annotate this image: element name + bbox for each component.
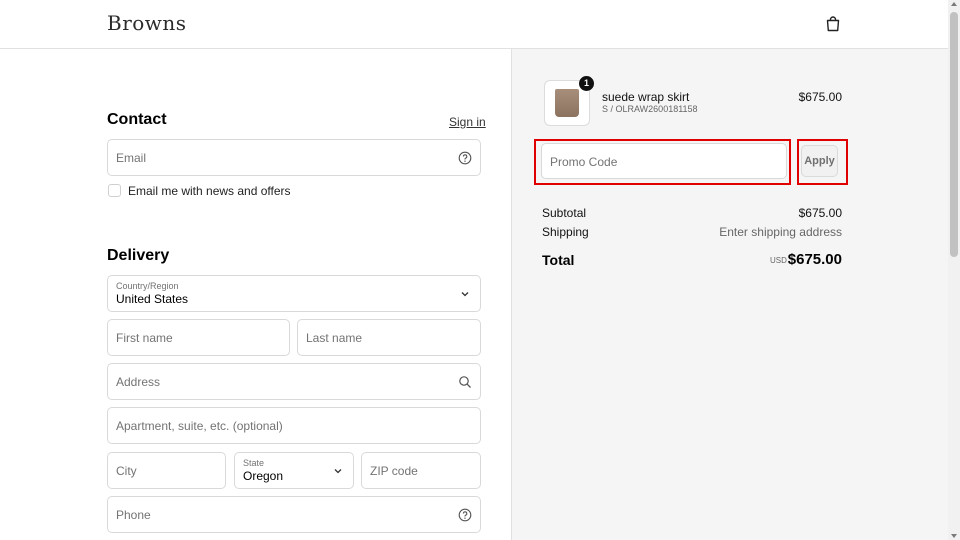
shopping-bag-icon[interactable] — [824, 15, 842, 33]
address-placeholder: Address — [116, 375, 161, 389]
country-select[interactable]: Country/Region United States — [107, 275, 481, 312]
sign-in-link[interactable]: Sign in — [449, 115, 486, 129]
first-name-placeholder: First name — [116, 331, 173, 345]
email-field[interactable]: Email — [107, 139, 481, 176]
address-field[interactable]: Address — [107, 363, 481, 400]
currency-code: USD — [770, 256, 787, 265]
newsletter-label: Email me with news and offers — [128, 184, 291, 198]
state-value: Oregon — [243, 469, 284, 483]
first-name-field[interactable]: First name — [107, 319, 290, 356]
shipping-value: Enter shipping address — [719, 225, 842, 239]
help-icon[interactable] — [458, 508, 472, 522]
zip-field[interactable]: ZIP code — [361, 452, 481, 489]
delivery-heading: Delivery — [107, 247, 170, 264]
state-select[interactable]: State Oregon — [234, 452, 354, 489]
country-label: Country/Region — [116, 281, 179, 291]
state-label: State — [243, 458, 265, 468]
last-name-field[interactable]: Last name — [297, 319, 481, 356]
apply-button-highlight — [797, 139, 848, 185]
product-name: suede wrap skirt — [602, 90, 690, 104]
scroll-down-arrow-icon[interactable] — [951, 534, 957, 538]
scrollbar-thumb[interactable] — [950, 12, 958, 257]
apartment-field[interactable]: Apartment, suite, etc. (optional) — [107, 407, 481, 444]
product-image — [555, 89, 579, 117]
chevron-down-icon — [334, 468, 342, 473]
search-icon — [459, 375, 471, 388]
store-logo[interactable]: Browns — [107, 11, 187, 35]
header: Browns — [0, 0, 948, 49]
page-scrollbar[interactable] — [948, 0, 960, 540]
city-field[interactable]: City — [107, 452, 226, 489]
country-value: United States — [116, 292, 189, 306]
phone-placeholder: Phone — [116, 508, 151, 522]
phone-field[interactable]: Phone — [107, 496, 481, 533]
promo-input-highlight — [534, 139, 791, 185]
email-placeholder: Email — [116, 151, 147, 165]
contact-heading: Contact — [107, 111, 167, 128]
total-label: Total — [542, 252, 575, 268]
scroll-up-arrow-icon[interactable] — [951, 2, 957, 6]
last-name-placeholder: Last name — [306, 331, 363, 345]
subtotal-label: Subtotal — [542, 206, 587, 220]
shipping-label: Shipping — [542, 225, 589, 239]
product-price: $675.00 — [798, 90, 842, 104]
apartment-placeholder: Apartment, suite, etc. (optional) — [116, 419, 283, 433]
total-value: $675.00 — [787, 251, 842, 268]
zip-placeholder: ZIP code — [370, 464, 418, 478]
newsletter-checkbox[interactable] — [108, 184, 121, 197]
product-variant: S / OLRAW2600181158 — [602, 104, 698, 114]
quantity-badge: 1 — [579, 76, 594, 91]
help-icon[interactable] — [458, 151, 472, 165]
city-placeholder: City — [116, 464, 137, 478]
subtotal-value: $675.00 — [798, 206, 842, 220]
chevron-down-icon — [461, 291, 469, 296]
